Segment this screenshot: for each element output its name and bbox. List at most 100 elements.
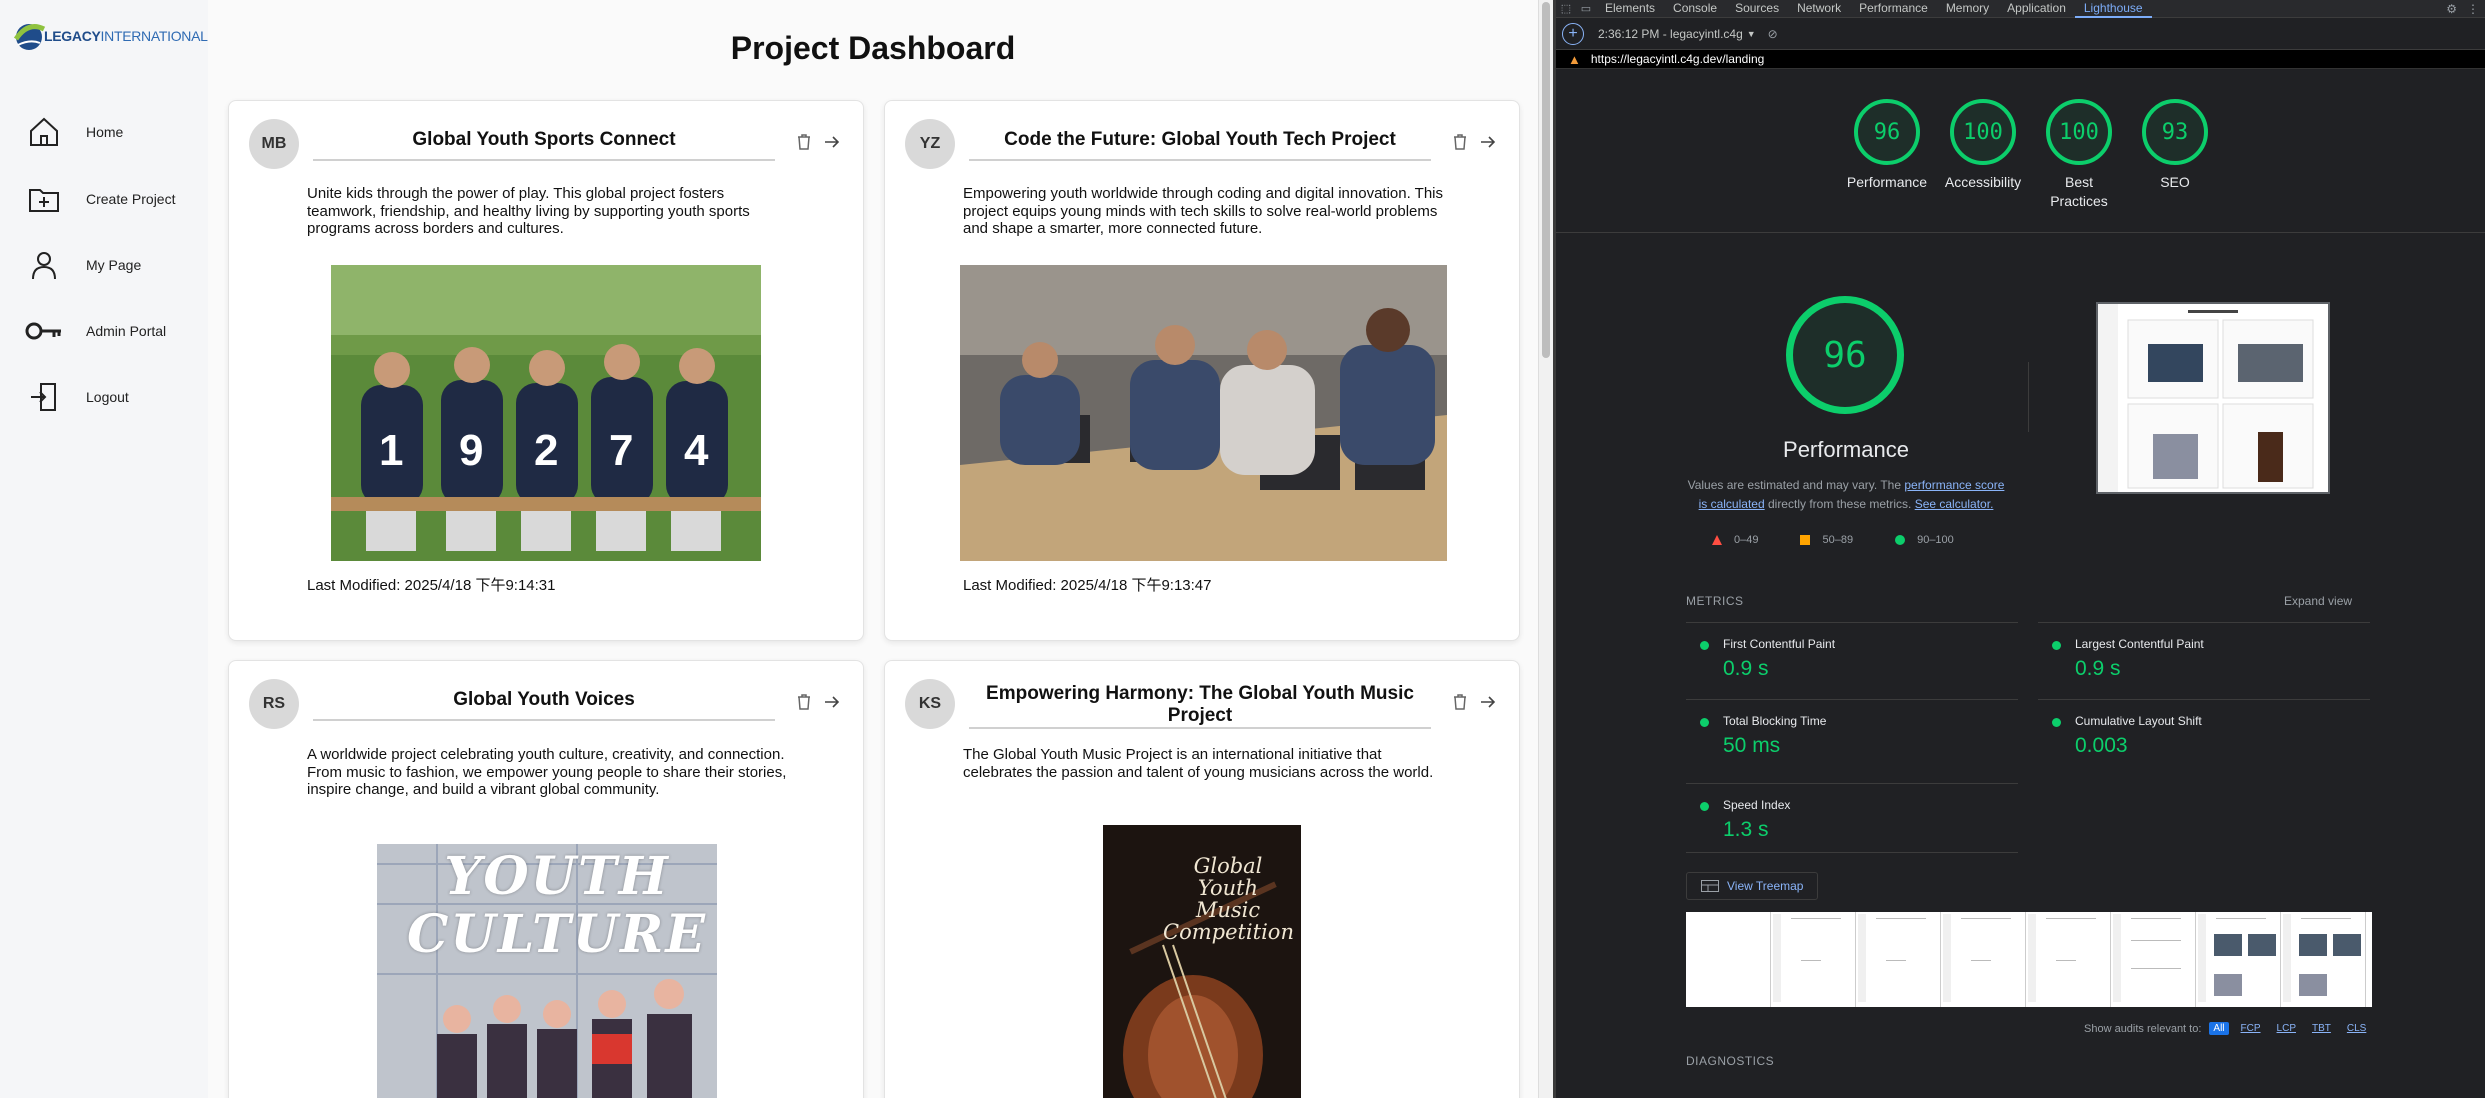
metric-name: Largest Contentful Paint <box>2075 637 2204 651</box>
sidebar-item-create-project[interactable]: Create Project <box>24 177 204 221</box>
svg-text:2: 2 <box>534 426 558 475</box>
score-gauge-best-practices[interactable]: 100 Best Practices <box>2046 99 2112 211</box>
filter-cls[interactable]: CLS <box>2343 1022 2370 1035</box>
title-divider <box>313 719 775 721</box>
trash-icon[interactable] <box>1451 133 1469 151</box>
filmstrip-frame <box>2196 912 2281 1007</box>
red-triangle-icon <box>1712 535 1722 545</box>
last-modified: Last Modified: 2025/4/18 下午9:14:31 <box>307 577 556 594</box>
score-gauge-accessibility[interactable]: 100 Accessibility <box>1945 99 2021 192</box>
new-report-icon[interactable]: + <box>1562 22 1584 45</box>
metric-value: 50 ms <box>1723 734 1781 757</box>
filmstrip-frame <box>2026 912 2111 1007</box>
tab-network[interactable]: Network <box>1788 0 1850 18</box>
logo-text-bold: LEGACY <box>44 28 101 44</box>
audited-url[interactable]: https://legacyintl.c4g.dev/landing <box>1591 52 1764 66</box>
arrow-right-icon[interactable] <box>823 133 841 151</box>
filter-all[interactable]: All <box>2209 1022 2229 1035</box>
filmstrip-frame <box>1856 912 1941 1007</box>
clear-icon[interactable]: ⊘ <box>1768 27 1778 41</box>
music-project-image: Global Youth Music Competition <box>1103 825 1301 1098</box>
metric-value: 1.3 s <box>1723 818 1769 841</box>
filmstrip-frame <box>1686 912 1771 1007</box>
project-card[interactable]: KS Empowering Harmony: The Global Youth … <box>884 660 1520 1098</box>
project-card[interactable]: YZ Code the Future: Global Youth Tech Pr… <box>884 100 1520 641</box>
diagnostics-heading: DIAGNOSTICS <box>1686 1054 1775 1068</box>
card-description: The Global Youth Music Project is an int… <box>963 746 1434 781</box>
filter-fcp[interactable]: FCP <box>2237 1022 2265 1035</box>
tab-elements[interactable]: Elements <box>1596 0 1664 18</box>
legacy-international-logo[interactable]: LEGACYINTERNATIONAL <box>10 14 208 58</box>
filmstrip-frame <box>1771 912 1856 1007</box>
performance-note: Values are estimated and may vary. The p… <box>1686 476 2006 514</box>
score-gauge-performance[interactable]: 96 Performance <box>1847 99 1927 192</box>
card-actions <box>795 693 841 711</box>
project-card[interactable]: MB Global Youth Sports Connect Unite kid… <box>228 100 864 641</box>
trash-icon[interactable] <box>795 693 813 711</box>
tab-lighthouse[interactable]: Lighthouse <box>2074 0 2152 18</box>
logo-text: LEGACYINTERNATIONAL <box>44 28 208 44</box>
metrics-divider <box>1686 852 2018 853</box>
arrow-right-icon[interactable] <box>1479 693 1497 711</box>
sidebar-item-logout[interactable]: Logout <box>24 375 204 419</box>
main-scrollbar[interactable] <box>1538 0 1553 1098</box>
lighthouse-url-bar: ▲ https://legacyintl.c4g.dev/landing <box>1556 50 2485 69</box>
more-options-icon[interactable]: ⋮ <box>2467 2 2479 16</box>
metric-first-contentful-paint: First Contentful Paint 0.9 s <box>1686 622 2018 698</box>
scrollbar-thumb[interactable] <box>1542 2 1550 358</box>
filmstrip-frame <box>1941 912 2026 1007</box>
view-treemap-button[interactable]: View Treemap <box>1686 872 1818 900</box>
sidebar-item-my-page[interactable]: My Page <box>24 243 204 287</box>
sidebar-item-home[interactable]: Home <box>24 110 204 154</box>
tab-sources[interactable]: Sources <box>1726 0 1788 18</box>
pass-dot-icon <box>2052 718 2061 727</box>
youth-culture-text: YOUTH CULTURE <box>407 846 707 965</box>
score-gauge-seo[interactable]: 93 SEO <box>2142 99 2208 192</box>
avatar: KS <box>905 679 955 729</box>
sidebar-item-admin-portal[interactable]: Admin Portal <box>24 309 204 353</box>
arrow-right-icon[interactable] <box>1479 133 1497 151</box>
music-competition-text: Global Youth Music Competition <box>1163 854 1294 944</box>
audit-filter-label: Show audits relevant to: <box>2084 1022 2202 1035</box>
score-value: 100 <box>2046 99 2112 165</box>
youth-culture-image: YOUTH CULTURE <box>377 844 717 1098</box>
logout-icon <box>24 377 64 417</box>
tab-console[interactable]: Console <box>1664 0 1726 18</box>
svg-text:1: 1 <box>379 426 403 475</box>
logo-text-thin: INTERNATIONAL <box>100 28 208 44</box>
gear-icon[interactable]: ⚙ <box>2446 2 2457 16</box>
expand-view-toggle[interactable]: Expand view <box>2284 594 2352 608</box>
filter-tbt[interactable]: TBT <box>2308 1022 2335 1035</box>
treemap-icon <box>1701 880 1719 892</box>
last-modified: Last Modified: 2025/4/18 下午9:13:47 <box>963 577 1212 594</box>
chevron-down-icon[interactable]: ▼ <box>1747 29 1756 39</box>
metrics-heading: METRICS <box>1686 594 1744 608</box>
avatar: YZ <box>905 119 955 169</box>
arrow-right-icon[interactable] <box>823 693 841 711</box>
tab-performance[interactable]: Performance <box>1850 0 1937 18</box>
devtools-panel: ⬚ ▭ Elements Console Sources Network Per… <box>1556 0 2485 1098</box>
project-card[interactable]: RS Global Youth Voices A worldwide proje… <box>228 660 864 1098</box>
final-screenshot-thumbnail[interactable] <box>2096 302 2330 494</box>
treemap-label: View Treemap <box>1727 879 1804 893</box>
trash-icon[interactable] <box>795 133 813 151</box>
card-title: Empowering Harmony: The Global Youth Mus… <box>986 683 1414 726</box>
metric-name: Total Blocking Time <box>1723 714 1827 728</box>
trash-icon[interactable] <box>1451 693 1469 711</box>
legend-fail: 0–49 <box>1712 534 1758 546</box>
page-title: Project Dashboard <box>730 30 1016 66</box>
metric-total-blocking-time: Total Blocking Time 50 ms <box>1686 699 2018 775</box>
report-select[interactable]: 2:36:12 PM - legacyintl.c4g <box>1598 27 1743 41</box>
card-title: Global Youth Sports Connect <box>412 129 676 150</box>
audit-filter-bar: Show audits relevant to: All FCP LCP TBT… <box>2084 1022 2370 1035</box>
card-title: Code the Future: Global Youth Tech Proje… <box>1004 129 1396 150</box>
filter-lcp[interactable]: LCP <box>2273 1022 2300 1035</box>
title-divider <box>969 727 1431 729</box>
metric-name: Speed Index <box>1723 798 1791 812</box>
performance-big-gauge: 96 <box>1786 296 1904 414</box>
device-toolbar-icon[interactable]: ▭ <box>1576 0 1596 18</box>
calculator-link[interactable]: See calculator. <box>1915 497 1994 511</box>
tab-memory[interactable]: Memory <box>1937 0 1998 18</box>
inspect-element-icon[interactable]: ⬚ <box>1556 0 1576 18</box>
tab-application[interactable]: Application <box>1998 0 2075 18</box>
